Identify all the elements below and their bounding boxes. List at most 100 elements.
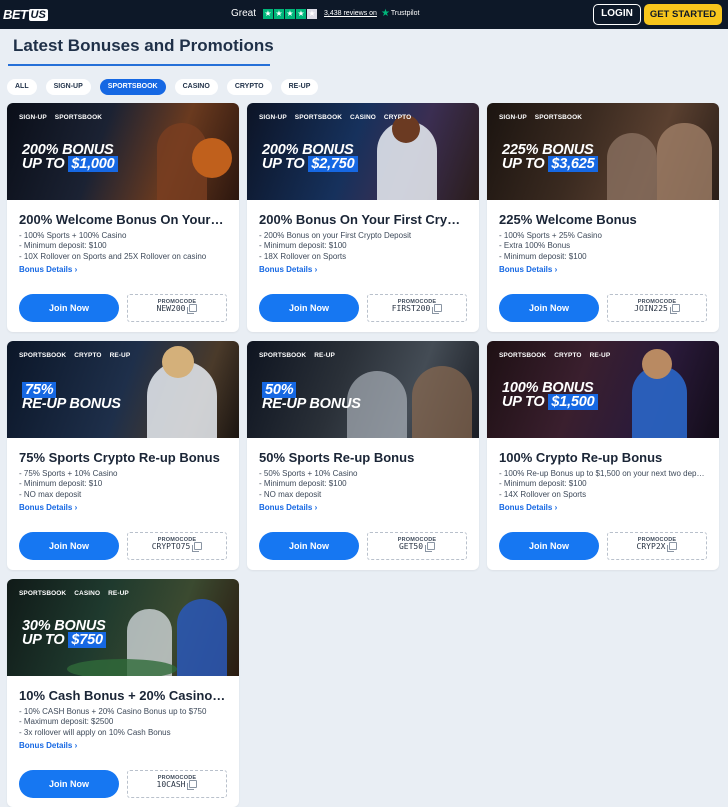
trustpilot-rating: Great <box>231 8 257 19</box>
tag: RE-UP <box>589 352 611 359</box>
bullet: 10X Rollover on Sports and 25X Rollover … <box>23 251 207 261</box>
promo-banner[interactable]: SIGN-UP SPORTSBOOK 200% BONUS UP TO $1,0… <box>7 103 239 200</box>
copy-icon[interactable] <box>192 542 203 552</box>
filter-sportsbook[interactable]: SPORTSBOOK <box>99 79 166 95</box>
promo-headline: 50% RE-UP BONUS <box>262 382 361 411</box>
promo-bullets: - 75% Sports + 10% Casino - Minimum depo… <box>19 469 118 499</box>
bonus-details-link[interactable]: Bonus Details › <box>499 265 707 274</box>
tag: SPORTSBOOK <box>534 114 583 121</box>
tag: RE-UP <box>314 352 335 359</box>
trustpilot-widget[interactable]: Great ★ ★ ★ ★ ★ 3,438 reviews on ★ Trust… <box>231 8 419 19</box>
star-icon: ★ <box>285 8 296 19</box>
promo-banner[interactable]: SIGN-UP SPORTSBOOK CASINO CRYPTO 200% BO… <box>247 103 479 200</box>
promo-code: CRYP2X <box>636 542 666 551</box>
bullet: 3x rollover will apply on 10% Cash Bonus <box>23 727 171 737</box>
promo-code-box[interactable]: PROMOCODE GET50 <box>367 532 467 560</box>
tag: CASINO <box>350 114 376 121</box>
bullet: Minimum deposit: $100 <box>503 251 587 261</box>
bullet: 200% Bonus on your First Crypto Deposit <box>263 231 412 240</box>
promo-amount: $3,625 <box>548 156 598 172</box>
login-button[interactable]: LOGIN <box>593 4 641 25</box>
copy-icon[interactable] <box>667 542 678 552</box>
bonus-details-link[interactable]: Bonus Details › <box>499 503 707 512</box>
promo-banner[interactable]: SPORTSBOOK CASINO RE-UP 30% BONUS UP TO … <box>7 579 239 676</box>
promo-tags: SIGN-UP SPORTSBOOK <box>19 114 102 121</box>
filter-crypto[interactable]: CRYPTO <box>226 79 272 95</box>
trustpilot-stars: ★ ★ ★ ★ ★ <box>263 8 318 19</box>
promo-code-box[interactable]: PROMOCODE 10CASH <box>127 770 227 798</box>
join-now-button[interactable]: Join Now <box>19 770 119 798</box>
bonus-details-link[interactable]: Bonus Details › <box>19 741 227 750</box>
promo-title: 200% Bonus On Your First Crypto Deposit <box>259 212 467 227</box>
promo-title: 200% Welcome Bonus On Your First Deposit <box>19 212 227 227</box>
promo-banner[interactable]: SPORTSBOOK CRYPTO RE-UP 100% BONUS UP TO… <box>487 341 719 438</box>
promo-banner[interactable]: SPORTSBOOK RE-UP 50% RE-UP BONUS <box>247 341 479 438</box>
reviews-link[interactable]: 3,438 reviews on <box>324 10 377 17</box>
bonus-details-link[interactable]: Bonus Details › <box>19 265 227 274</box>
copy-icon[interactable] <box>425 542 436 552</box>
promo-code: JOIN225 <box>634 304 668 313</box>
promo-line: 200% BONUS <box>262 142 354 158</box>
tag: CRYPTO <box>554 352 582 359</box>
bonus-details-link[interactable]: Bonus Details › <box>19 503 227 512</box>
bullet: 75% Sports + 10% Casino <box>23 469 118 478</box>
promo-line: UP TO $3,625 <box>502 156 598 172</box>
bullet: Extra 100% Bonus <box>503 241 571 251</box>
promo-tags: SIGN-UP SPORTSBOOK <box>499 114 582 121</box>
tag: SPORTSBOOK <box>499 352 547 359</box>
filter-all[interactable]: ALL <box>7 79 37 95</box>
star-half-icon: ★ <box>307 8 318 19</box>
promo-code: 10CASH <box>156 780 186 789</box>
promo-title: 100% Crypto Re-up Bonus <box>499 450 663 465</box>
promo-line: RE-UP BONUS <box>22 396 121 412</box>
bonus-details-link[interactable]: Bonus Details › <box>259 265 467 274</box>
star-icon: ★ <box>274 8 285 19</box>
promo-bullets: - 100% Sports + 100% Casino - Minimum de… <box>19 231 207 261</box>
tag: SPORTSBOOK <box>259 352 307 359</box>
betus-logo[interactable]: BET US <box>3 7 48 22</box>
promo-code-box[interactable]: PROMOCODE NEW200 <box>127 294 227 322</box>
promo-banner[interactable]: SPORTSBOOK CRYPTO RE-UP 75% RE-UP BONUS <box>7 341 239 438</box>
copy-icon[interactable] <box>432 304 443 314</box>
promo-headline: 200% BONUS UP TO $2,750 <box>262 142 358 172</box>
promo-bullets: - 100% Re-up Bonus up to $1,500 on your … <box>499 469 707 500</box>
join-now-button[interactable]: Join Now <box>499 532 599 560</box>
promo-banner[interactable]: SIGN-UP SPORTSBOOK 225% BONUS UP TO $3,6… <box>487 103 719 200</box>
join-now-button[interactable]: Join Now <box>19 294 119 322</box>
star-icon: ★ <box>263 8 274 19</box>
join-now-button[interactable]: Join Now <box>259 532 359 560</box>
join-now-button[interactable]: Join Now <box>19 532 119 560</box>
copy-icon[interactable] <box>187 304 198 314</box>
join-now-button[interactable]: Join Now <box>259 294 359 322</box>
tag: SIGN-UP <box>499 114 527 121</box>
tag: SIGN-UP <box>19 114 47 121</box>
promo-bullets: - 100% Sports + 25% Casino - Extra 100% … <box>499 231 602 261</box>
join-now-button[interactable]: Join Now <box>499 294 599 322</box>
promo-line: UP TO $750 <box>22 632 106 648</box>
promo-code-box[interactable]: PROMOCODE CRYP2X <box>607 532 707 560</box>
promo-line: UP TO $1,000 <box>22 156 118 172</box>
bonus-details-link[interactable]: Bonus Details › <box>259 503 467 512</box>
bullet: Minimum deposit: $100 <box>263 241 347 251</box>
copy-icon[interactable] <box>669 304 680 314</box>
promo-line: 50% <box>262 382 361 398</box>
promo-title: 75% Sports Crypto Re-up Bonus <box>19 450 220 465</box>
title-underline <box>8 64 270 66</box>
tag: RE-UP <box>109 352 131 359</box>
filter-casino[interactable]: CASINO <box>174 79 218 95</box>
tag: SPORTSBOOK <box>294 114 343 121</box>
get-started-button[interactable]: GET STARTED <box>644 4 722 25</box>
promo-code-box[interactable]: PROMOCODE JOIN225 <box>607 294 707 322</box>
promo-title: 225% Welcome Bonus <box>499 212 637 227</box>
promo-code-box[interactable]: PROMOCODE CRYPTO75 <box>127 532 227 560</box>
promo-amount: $750 <box>68 632 106 648</box>
promo-tags: SPORTSBOOK CRYPTO RE-UP <box>19 352 130 359</box>
promo-tags: SPORTSBOOK CASINO RE-UP <box>19 590 129 597</box>
filter-re-up[interactable]: RE-UP <box>280 79 319 95</box>
promo-code: NEW200 <box>156 304 186 313</box>
filter-sign-up[interactable]: SIGN-UP <box>45 79 91 95</box>
promo-prefix: UP TO <box>502 156 545 172</box>
promo-code-box[interactable]: PROMOCODE FIRST200 <box>367 294 467 322</box>
promo-title: 10% Cash Bonus + 20% Casino Bonus <box>19 688 227 703</box>
copy-icon[interactable] <box>187 780 198 790</box>
